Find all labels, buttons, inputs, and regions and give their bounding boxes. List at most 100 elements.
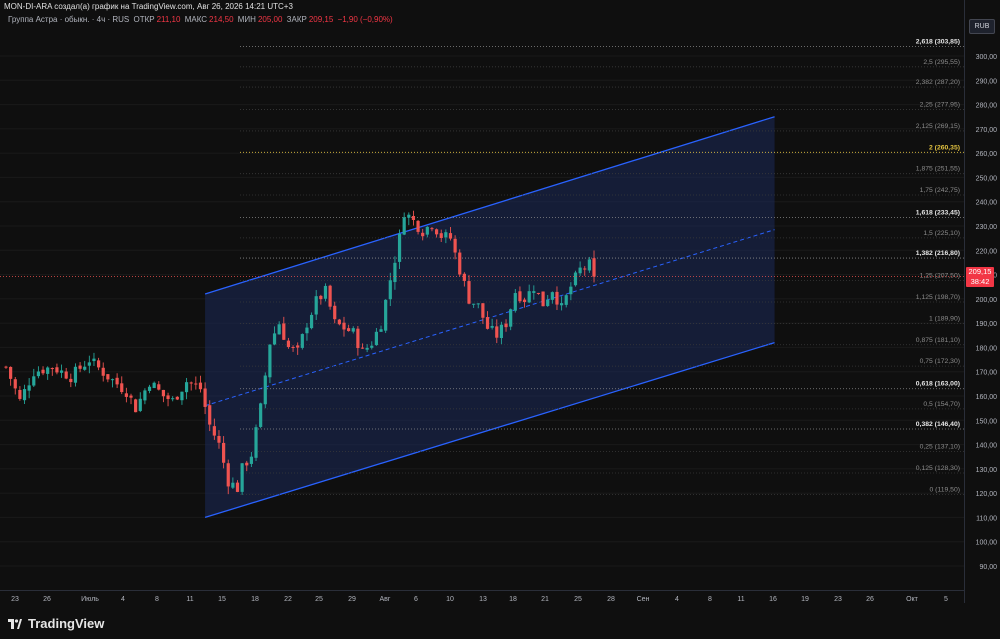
candle-body: [208, 405, 212, 425]
candle-body: [184, 382, 189, 393]
candle-body: [319, 295, 323, 300]
candle-body: [189, 382, 193, 384]
chart-plot-area[interactable]: 0 (119,50) 0,125 (128,30) 0,25 (137,10) 0,3…: [0, 0, 964, 603]
candle-body: [573, 272, 578, 286]
fib-level-label: 1 (189,90): [929, 315, 960, 322]
candle-body: [425, 226, 429, 235]
time-tick-label: 25: [315, 596, 323, 603]
candle-body: [143, 390, 147, 401]
candle-body: [522, 299, 527, 303]
candle-body: [157, 384, 161, 390]
candle-body: [365, 347, 369, 350]
candle-body: [129, 395, 133, 398]
candle-body: [296, 345, 300, 348]
candle-body: [351, 328, 355, 332]
tradingview-logo[interactable]: TradingView: [8, 616, 104, 631]
candle-body: [166, 395, 170, 400]
candle-body: [583, 268, 587, 270]
price-tick-label: 150,00: [976, 418, 998, 425]
fib-level-label: 1,125 (198,70): [916, 294, 960, 301]
candle-body: [347, 328, 351, 332]
fib-level-label: 1,5 (225,10): [923, 230, 960, 237]
price-tick-label: 110,00: [976, 515, 997, 522]
candle-body: [235, 482, 240, 492]
candle-body: [69, 378, 73, 383]
candle-body: [83, 366, 87, 370]
fib-level-label: 1,75 (242,75): [920, 187, 960, 194]
candle-body: [147, 386, 152, 391]
candle-body: [462, 273, 466, 281]
candle-body: [36, 371, 41, 377]
regression-channel[interactable]: [204, 116, 775, 519]
candle-body: [194, 383, 198, 385]
time-tick-label: 29: [348, 596, 356, 603]
candle-body: [513, 293, 517, 311]
candle-body: [402, 217, 406, 235]
candle-body: [46, 367, 50, 374]
fib-level-label: 1,875 (251,55): [916, 166, 960, 173]
currency-badge[interactable]: RUB: [969, 19, 995, 34]
candle-body: [217, 435, 221, 443]
time-tick-label: 26: [43, 596, 51, 603]
candle-body: [560, 303, 564, 306]
fib-level-label: 2,382 (287,20): [916, 79, 960, 86]
candle-body: [444, 232, 448, 238]
time-tick-label: 28: [607, 596, 615, 603]
candle-body: [342, 322, 346, 330]
price-tick-label: 300,00: [976, 54, 998, 61]
candle-body: [73, 366, 78, 383]
candle-body: [411, 216, 416, 220]
time-tick-label: Сен: [637, 596, 650, 603]
price-axis-labels: 300,00 290,00 280,00 270,00 260,00 250,00 240,…: [976, 54, 998, 571]
time-axis[interactable]: 23 26 Июль 4 8 11 15 18 22 25 29 Авг 6 10 13 18 21 25 28 Се…: [0, 590, 964, 605]
price-tick-label: 230,00: [976, 224, 998, 231]
time-tick-label: 13: [479, 596, 487, 603]
candle-body: [416, 220, 420, 232]
time-tick-label: 25: [574, 596, 582, 603]
candle-body: [532, 291, 536, 293]
fib-level-label: 0,5 (154,70): [923, 401, 960, 408]
fib-level-label: 1,382 (216,80): [916, 250, 960, 257]
candle-body: [379, 329, 383, 332]
candle-body: [564, 295, 568, 305]
time-tick-label: 6: [414, 596, 418, 603]
candle-body: [314, 296, 318, 315]
price-axis[interactable]: 300,00 290,00 280,00 270,00 260,00 250,00 240,…: [964, 0, 1000, 603]
candle-body: [328, 285, 332, 307]
candle-body: [578, 267, 582, 274]
price-tick-label: 270,00: [976, 127, 998, 134]
candle-body: [226, 463, 230, 487]
candle-body: [41, 369, 45, 374]
candle-body: [430, 228, 434, 230]
price-tick-label: 240,00: [976, 200, 998, 207]
fib-level-label: 0,125 (128,30): [916, 465, 960, 472]
candle-body: [467, 281, 471, 304]
candle-body: [110, 379, 115, 381]
candle-body: [476, 303, 480, 305]
candle-body: [481, 303, 485, 318]
fib-level-label: 0,25 (137,10): [920, 444, 960, 451]
candle-body: [305, 327, 309, 334]
candle-body: [587, 259, 591, 271]
candle-body: [106, 374, 110, 380]
price-tick-label: 250,00: [976, 175, 998, 182]
price-tick-label: 130,00: [976, 467, 998, 474]
candle-body: [499, 324, 504, 339]
candle-body: [323, 285, 328, 299]
time-tick-label: 16: [769, 596, 777, 603]
time-tick-label: 18: [509, 596, 517, 603]
price-tick-label: 220,00: [976, 248, 998, 255]
price-tick-label: 140,00: [976, 443, 998, 450]
candle-body: [504, 323, 508, 328]
time-tick-label: Июль: [81, 596, 99, 603]
candle-body: [59, 370, 64, 373]
footer: TradingView: [0, 604, 1000, 639]
candle-body: [245, 462, 249, 466]
time-tick-label: 23: [11, 596, 19, 603]
fib-level-label: 1,25 (207,50): [920, 273, 960, 280]
candle-body: [134, 399, 138, 413]
candle-body: [592, 258, 596, 277]
candle-body: [546, 299, 550, 306]
candle-body: [203, 388, 207, 407]
candle-body: [27, 385, 31, 391]
